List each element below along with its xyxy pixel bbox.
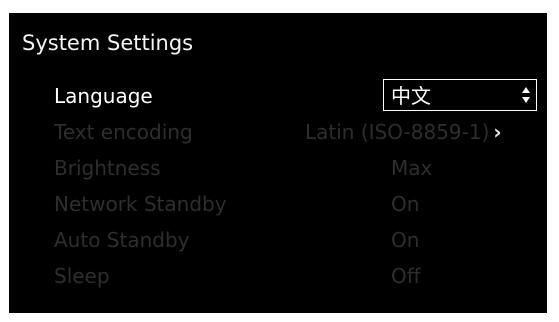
chevron-down-icon[interactable] — [522, 97, 530, 103]
setting-row-brightness[interactable]: Brightness Max — [9, 151, 547, 185]
setting-value-auto-standby: On — [391, 228, 420, 252]
setting-label-language: Language — [54, 84, 153, 108]
page-title: System Settings — [22, 31, 194, 55]
setting-row-auto-standby[interactable]: Auto Standby On — [9, 223, 547, 257]
setting-label-brightness: Brightness — [54, 156, 161, 180]
setting-value-sleep: Off — [391, 264, 421, 288]
text-encoding-value-label: Latin (ISO-8859-1) — [305, 120, 490, 144]
setting-row-sleep[interactable]: Sleep Off — [9, 259, 547, 293]
setting-label-text-encoding: Text encoding — [54, 120, 193, 144]
setting-label-network-standby: Network Standby — [54, 192, 227, 216]
chevron-right-icon: › — [493, 120, 502, 144]
setting-label-auto-standby: Auto Standby — [54, 228, 190, 252]
chevron-up-icon[interactable] — [522, 87, 530, 93]
language-select[interactable]: 中文 — [383, 79, 537, 111]
setting-value-network-standby: On — [391, 192, 420, 216]
setting-row-network-standby[interactable]: Network Standby On — [9, 187, 547, 221]
setting-row-text-encoding[interactable]: Text encoding Latin (ISO-8859-1) › — [9, 115, 547, 149]
setting-value-brightness: Max — [391, 156, 433, 180]
setting-value-text-encoding[interactable]: Latin (ISO-8859-1) › — [305, 118, 502, 146]
language-select-value: 中文 — [391, 84, 431, 108]
up-down-stepper-icon[interactable] — [522, 85, 530, 105]
setting-label-sleep: Sleep — [54, 264, 110, 288]
system-settings-panel: System Settings Language 中文 Text encodin… — [9, 13, 547, 313]
setting-row-language[interactable]: Language 中文 — [9, 79, 547, 113]
